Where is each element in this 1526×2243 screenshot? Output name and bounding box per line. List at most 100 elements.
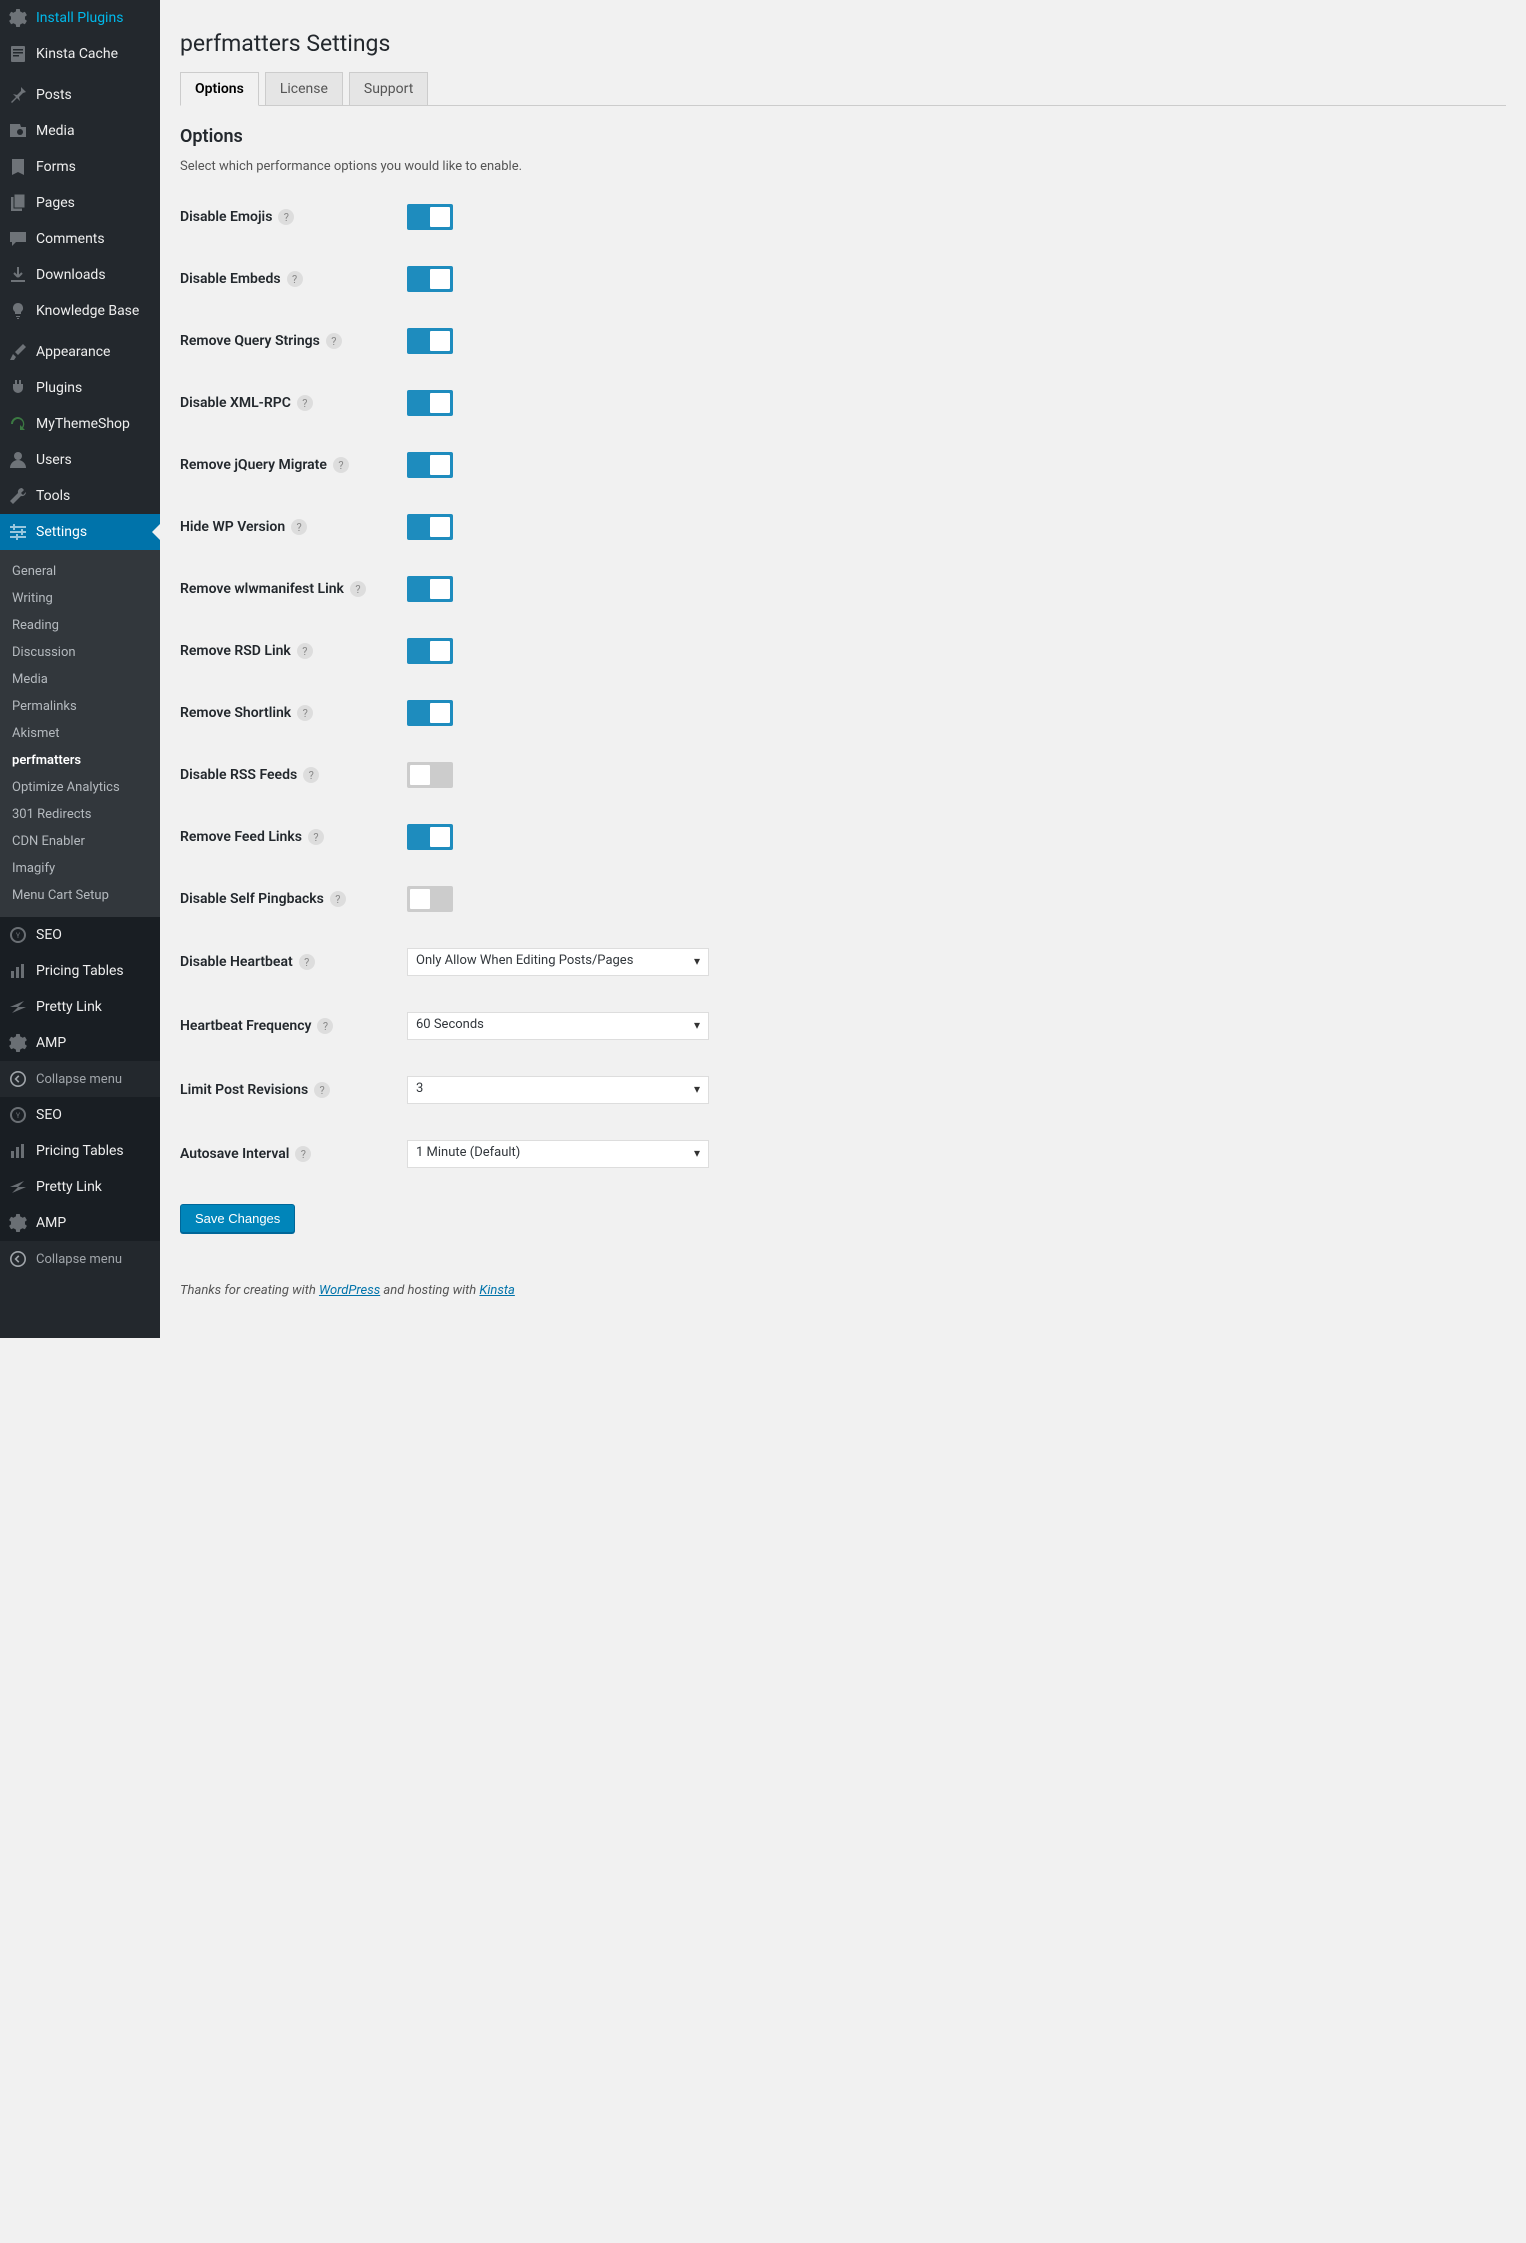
setting-row: Heartbeat Frequency?60 Seconds [180, 1012, 1506, 1040]
sidebar-sub-perfmatters[interactable]: perfmatters [0, 747, 160, 774]
sidebar-item-plugins[interactable]: Plugins [0, 370, 160, 406]
sidebar-item-label: Plugins [36, 380, 82, 396]
select-heartbeat-frequency[interactable]: 60 Seconds [407, 1012, 709, 1040]
sidebar-item-amp[interactable]: AMP [0, 1205, 160, 1241]
toggle-disable-emojis[interactable] [407, 204, 453, 230]
setting-label: Remove RSD Link? [180, 643, 407, 659]
sidebar-item-media[interactable]: Media [0, 113, 160, 149]
help-icon[interactable]: ? [314, 1082, 330, 1098]
toggle-disable-rss-feeds[interactable] [407, 762, 453, 788]
tab-support[interactable]: Support [349, 72, 428, 106]
tab-options[interactable]: Options [180, 72, 259, 106]
sidebar-sub-menu-cart-setup[interactable]: Menu Cart Setup [0, 882, 160, 909]
collapse-menu[interactable]: Collapse menu [0, 1061, 160, 1097]
sidebar-sub-optimize-analytics[interactable]: Optimize Analytics [0, 774, 160, 801]
sidebar-item-pretty-link[interactable]: Pretty Link [0, 1169, 160, 1205]
help-icon[interactable]: ? [278, 209, 294, 225]
sidebar-item-appearance[interactable]: Appearance [0, 334, 160, 370]
help-icon[interactable]: ? [333, 457, 349, 473]
tab-nav: OptionsLicenseSupport [180, 72, 1506, 106]
sidebar-item-label: Pretty Link [36, 999, 102, 1015]
setting-label: Remove jQuery Migrate? [180, 457, 407, 473]
sidebar-sub-301-redirects[interactable]: 301 Redirects [0, 801, 160, 828]
svg-text:Y: Y [16, 1112, 21, 1120]
toggle-disable-embeds[interactable] [407, 266, 453, 292]
tab-license[interactable]: License [265, 72, 343, 106]
comment-icon [8, 229, 28, 249]
toggle-disable-self-pingbacks[interactable] [407, 886, 453, 912]
sidebar-item-tools[interactable]: Tools [0, 478, 160, 514]
help-icon[interactable]: ? [291, 519, 307, 535]
sidebar-item-amp[interactable]: AMP [0, 1025, 160, 1061]
forms-icon [8, 157, 28, 177]
sidebar-item-pretty-link[interactable]: Pretty Link [0, 989, 160, 1025]
select-autosave-interval[interactable]: 1 Minute (Default) [407, 1140, 709, 1168]
help-icon[interactable]: ? [297, 643, 313, 659]
sidebar-item-install-plugins[interactable]: Install Plugins [0, 0, 160, 36]
sidebar-item-seo[interactable]: YSEO [0, 1097, 160, 1133]
sliders-icon [8, 522, 28, 542]
help-icon[interactable]: ? [295, 1146, 311, 1162]
help-icon[interactable]: ? [297, 395, 313, 411]
sidebar-sub-imagify[interactable]: Imagify [0, 855, 160, 882]
sidebar-item-seo[interactable]: YSEO [0, 917, 160, 953]
sidebar-sub-media[interactable]: Media [0, 666, 160, 693]
help-icon[interactable]: ? [303, 767, 319, 783]
sidebar-sub-writing[interactable]: Writing [0, 585, 160, 612]
toggle-remove-rsd-link[interactable] [407, 638, 453, 664]
sidebar-item-kinsta-cache[interactable]: Kinsta Cache [0, 36, 160, 72]
section-title: Options [180, 126, 1506, 147]
toggle-remove-jquery-migrate[interactable] [407, 452, 453, 478]
sidebar-sub-cdn-enabler[interactable]: CDN Enabler [0, 828, 160, 855]
kinsta-link[interactable]: Kinsta [479, 1283, 514, 1298]
select-limit-post-revisions[interactable]: 3 [407, 1076, 709, 1104]
sidebar-sub-general[interactable]: General [0, 558, 160, 585]
setting-label: Disable RSS Feeds? [180, 767, 407, 783]
sidebar-sub-permalinks[interactable]: Permalinks [0, 693, 160, 720]
sidebar-item-pages[interactable]: Pages [0, 185, 160, 221]
help-icon[interactable]: ? [297, 705, 313, 721]
sidebar-item-knowledge-base[interactable]: Knowledge Base [0, 293, 160, 329]
sidebar-item-posts[interactable]: Posts [0, 77, 160, 113]
sidebar-sub-reading[interactable]: Reading [0, 612, 160, 639]
toggle-remove-shortlink[interactable] [407, 700, 453, 726]
help-icon[interactable]: ? [308, 829, 324, 845]
toggle-remove-wlwmanifest-link[interactable] [407, 576, 453, 602]
toggle-remove-query-strings[interactable] [407, 328, 453, 354]
select-disable-heartbeat[interactable]: Only Allow When Editing Posts/Pages [407, 948, 709, 976]
help-icon[interactable]: ? [330, 891, 346, 907]
toggle-hide-wp-version[interactable] [407, 514, 453, 540]
help-icon[interactable]: ? [317, 1018, 333, 1034]
sidebar-item-users[interactable]: Users [0, 442, 160, 478]
collapse-label: Collapse menu [36, 1072, 122, 1087]
sidebar-sub-akismet[interactable]: Akismet [0, 720, 160, 747]
collapse-menu-2[interactable]: Collapse menu [0, 1241, 160, 1277]
sidebar-item-label: Media [36, 123, 75, 139]
sidebar-item-comments[interactable]: Comments [0, 221, 160, 257]
sidebar-sub-discussion[interactable]: Discussion [0, 639, 160, 666]
help-icon[interactable]: ? [299, 954, 315, 970]
wordpress-link[interactable]: WordPress [319, 1283, 380, 1298]
pages-icon [8, 193, 28, 213]
save-button[interactable]: Save Changes [180, 1204, 295, 1233]
setting-row: Disable Emojis? [180, 204, 1506, 230]
settings-submenu: GeneralWritingReadingDiscussionMediaPerm… [0, 550, 160, 917]
help-icon[interactable]: ? [326, 333, 342, 349]
sidebar-item-forms[interactable]: Forms [0, 149, 160, 185]
svg-text:Y: Y [16, 932, 21, 940]
sidebar-item-pricing-tables[interactable]: Pricing Tables [0, 1133, 160, 1169]
sidebar-item-label: MyThemeShop [36, 416, 130, 432]
sidebar-item-pricing-tables[interactable]: Pricing Tables [0, 953, 160, 989]
sidebar-item-label: Install Plugins [36, 10, 123, 26]
setting-row: Remove Feed Links? [180, 824, 1506, 850]
help-icon[interactable]: ? [287, 271, 303, 287]
toggle-remove-feed-links[interactable] [407, 824, 453, 850]
sidebar-item-settings[interactable]: Settings [0, 514, 160, 550]
setting-label: Disable Embeds? [180, 271, 407, 287]
sidebar-item-mythemeshop[interactable]: MyThemeShop [0, 406, 160, 442]
help-icon[interactable]: ? [350, 581, 366, 597]
wrench-icon [8, 486, 28, 506]
sidebar-item-downloads[interactable]: Downloads [0, 257, 160, 293]
collapse-icon [8, 1069, 28, 1089]
toggle-disable-xml-rpc[interactable] [407, 390, 453, 416]
